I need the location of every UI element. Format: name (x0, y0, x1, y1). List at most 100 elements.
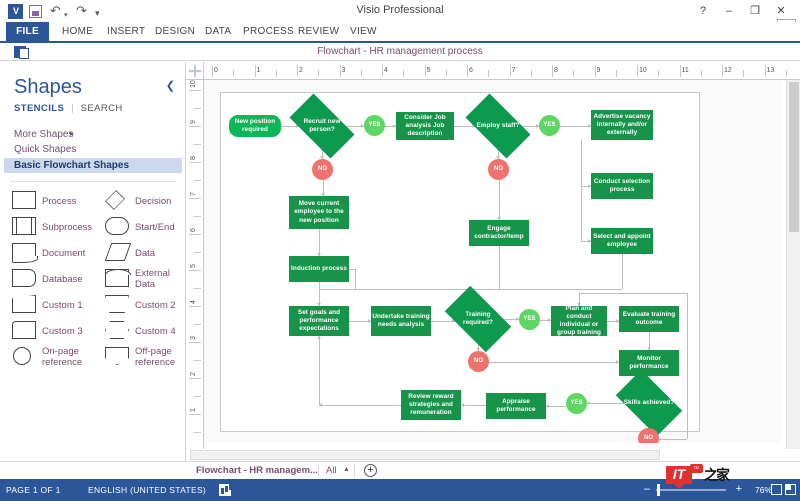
more-shapes-arrow-icon[interactable]: ▸ (70, 129, 74, 138)
flowchart-node-no-training[interactable]: NO (468, 351, 489, 372)
flowchart-diagram[interactable]: New position required Recruit new person?… (221, 93, 701, 433)
flowchart-node-move-current[interactable]: Move current employee to the new positio… (289, 196, 349, 229)
tab-data[interactable]: DATA (205, 22, 231, 41)
flowchart-node-monitor-perf[interactable]: Monitor performance (619, 350, 679, 376)
ruler-minor-tick (531, 70, 532, 77)
offpage-icon (105, 347, 129, 365)
ruler-corner[interactable] (186, 62, 204, 80)
zoom-slider-handle[interactable] (657, 484, 660, 496)
page-sheet[interactable]: New position required Recruit new person?… (220, 92, 700, 432)
stencil-shape-process[interactable]: Process (0, 188, 93, 214)
flowchart-node-review-reward[interactable]: Review reward strategies and remuneratio… (401, 390, 461, 420)
flowchart-node-label: Appraise performance (487, 398, 545, 414)
vertical-scrollbar-thumb[interactable] (789, 82, 799, 232)
stencil-shape-custom-2[interactable]: Custom 2 (93, 292, 186, 318)
help-button[interactable]: ? (690, 2, 716, 20)
collapse-panel-icon[interactable]: ❮ (166, 79, 175, 92)
restore-button[interactable]: ❐ (742, 2, 768, 20)
connector (489, 362, 619, 363)
add-page-button[interactable]: + (364, 464, 377, 477)
flowchart-node-label: New position required (230, 118, 280, 134)
ruler-label: 5 (427, 67, 431, 74)
ruler-minor-tick (194, 396, 201, 397)
stencil-shape-data[interactable]: Data (93, 240, 186, 266)
all-pages-caret-icon[interactable]: ▲ (343, 466, 350, 473)
horizontal-ruler[interactable]: 012345678910111213 (204, 62, 800, 80)
zoom-out-button[interactable]: – (644, 483, 650, 495)
more-shapes-link[interactable]: More Shapes (14, 129, 73, 140)
flowchart-node-yes-employ[interactable]: YES (539, 115, 560, 136)
flowchart-node-consider-job[interactable]: Consider Job analysis Job description (396, 112, 454, 140)
flowchart-node-engage-contr[interactable]: Engage contractor/temp (469, 220, 529, 246)
macro-recorder-icon[interactable] (219, 484, 231, 496)
flowchart-node-employ-staff[interactable]: Employ staff? (469, 109, 527, 143)
stencil-shape-on-page-reference[interactable]: On-page reference (0, 344, 93, 370)
flowchart-node-yes-training[interactable]: YES (519, 309, 540, 330)
page-tab[interactable]: Flowchart - HR managem... (196, 465, 318, 476)
stencil-shape-custom-4[interactable]: Custom 4 (93, 318, 186, 344)
drawing-page[interactable]: New position required Recruit new person?… (204, 80, 782, 443)
flowchart-node-label: Conduct selection process (592, 178, 652, 194)
zoom-in-button[interactable]: + (736, 483, 742, 495)
close-button[interactable]: ✕ (768, 2, 794, 20)
flowchart-node-set-goals[interactable]: Set goals and performance expectations (289, 306, 349, 336)
stencil-shape-start-end[interactable]: Start/End (93, 214, 186, 240)
all-pages-button[interactable]: All (326, 465, 337, 476)
tab-home[interactable]: HOME (62, 22, 93, 41)
stencil-shape-external-data[interactable]: External Data (93, 266, 186, 292)
flowchart-node-undertake-tna[interactable]: Undertake training needs analysis (371, 306, 431, 336)
stencil-shape-database[interactable]: Database (0, 266, 93, 292)
quick-shapes-link[interactable]: Quick Shapes (14, 144, 76, 155)
tab-file[interactable]: FILE (6, 22, 49, 41)
flowchart-node-yes-skills[interactable]: YES (566, 393, 587, 414)
tab-insert[interactable]: INSERT (107, 22, 145, 41)
zoom-slider[interactable] (656, 489, 726, 491)
stencil-shape-label: Custom 3 (42, 318, 94, 344)
tab-view[interactable]: VIEW (350, 22, 377, 41)
flowchart-node-induction[interactable]: Induction process (289, 256, 349, 282)
flowchart-node-training-req[interactable]: Training required? (449, 301, 507, 337)
document-title: Flowchart - HR management process (0, 46, 800, 57)
flowchart-node-conduct-sel[interactable]: Conduct selection process (591, 173, 653, 199)
flowchart-node-no-employ[interactable]: NO (488, 159, 509, 180)
document-header: Flowchart - HR management process (0, 43, 800, 61)
flowchart-node-select-appoint[interactable]: Select and appoint employee (591, 228, 653, 254)
ruler-tick (765, 65, 766, 77)
stencil-shape-document[interactable]: Document (0, 240, 93, 266)
stencil-shape-custom-3[interactable]: Custom 3 (0, 318, 93, 344)
horizontal-scrollbar[interactable] (190, 450, 660, 460)
stencil-shape-subprocess[interactable]: Subprocess (0, 214, 93, 240)
flowchart-node-appraise-perf[interactable]: Appraise performance (486, 393, 546, 419)
tab-stencils[interactable]: STENCILS (14, 103, 64, 114)
stencil-basic-flowchart-shapes[interactable]: Basic Flowchart Shapes (4, 158, 182, 173)
page-count-status[interactable]: PAGE 1 OF 1 (6, 485, 61, 495)
vertical-scrollbar[interactable] (786, 80, 800, 461)
tab-review[interactable]: REVIEW (298, 22, 339, 41)
stencil-shape-decision[interactable]: Decision (93, 188, 186, 214)
flowchart-node-new-position[interactable]: New position required (229, 115, 281, 137)
flowchart-node-evaluate-train[interactable]: Evaluate training outcome (619, 306, 679, 332)
ruler-label: 6 (469, 67, 473, 74)
flowchart-node-label: Induction process (291, 265, 347, 273)
flowchart-node-plan-conduct[interactable]: Plan and conduct individual or group tra… (551, 306, 607, 336)
tab-process[interactable]: PROCESS (243, 22, 294, 41)
stencil-shape-custom-1[interactable]: Custom 1 (0, 292, 93, 318)
flowchart-node-yes-recruit[interactable]: YES (364, 115, 385, 136)
normal-view-icon[interactable] (771, 484, 782, 495)
flowchart-node-advertise[interactable]: Advertise vacancy internally and/or exte… (591, 110, 653, 140)
flowchart-node-no-recruit[interactable]: NO (312, 159, 333, 180)
flowchart-node-skills-ach[interactable]: Skills achieved? (620, 385, 678, 421)
minimize-button[interactable]: – (716, 2, 742, 20)
tab-design[interactable]: DESIGN (155, 22, 195, 41)
fit-page-icon[interactable] (785, 484, 796, 495)
vertical-ruler[interactable]: 10987654321 (186, 80, 204, 461)
flowchart-node-label: Recruit new person? (294, 118, 350, 134)
language-status[interactable]: ENGLISH (UNITED STATES) (88, 485, 206, 495)
zoom-level[interactable]: 76% (755, 485, 772, 495)
flowchart-node-no-skills[interactable]: NO (638, 428, 659, 443)
tab-search[interactable]: SEARCH (81, 103, 123, 114)
stencil-shape-off-page-reference[interactable]: Off-page reference (93, 344, 186, 370)
ruler-label: 12 (724, 67, 732, 74)
ruler-minor-tick (361, 70, 362, 77)
flowchart-node-recruit-new[interactable]: Recruit new person? (293, 109, 351, 143)
